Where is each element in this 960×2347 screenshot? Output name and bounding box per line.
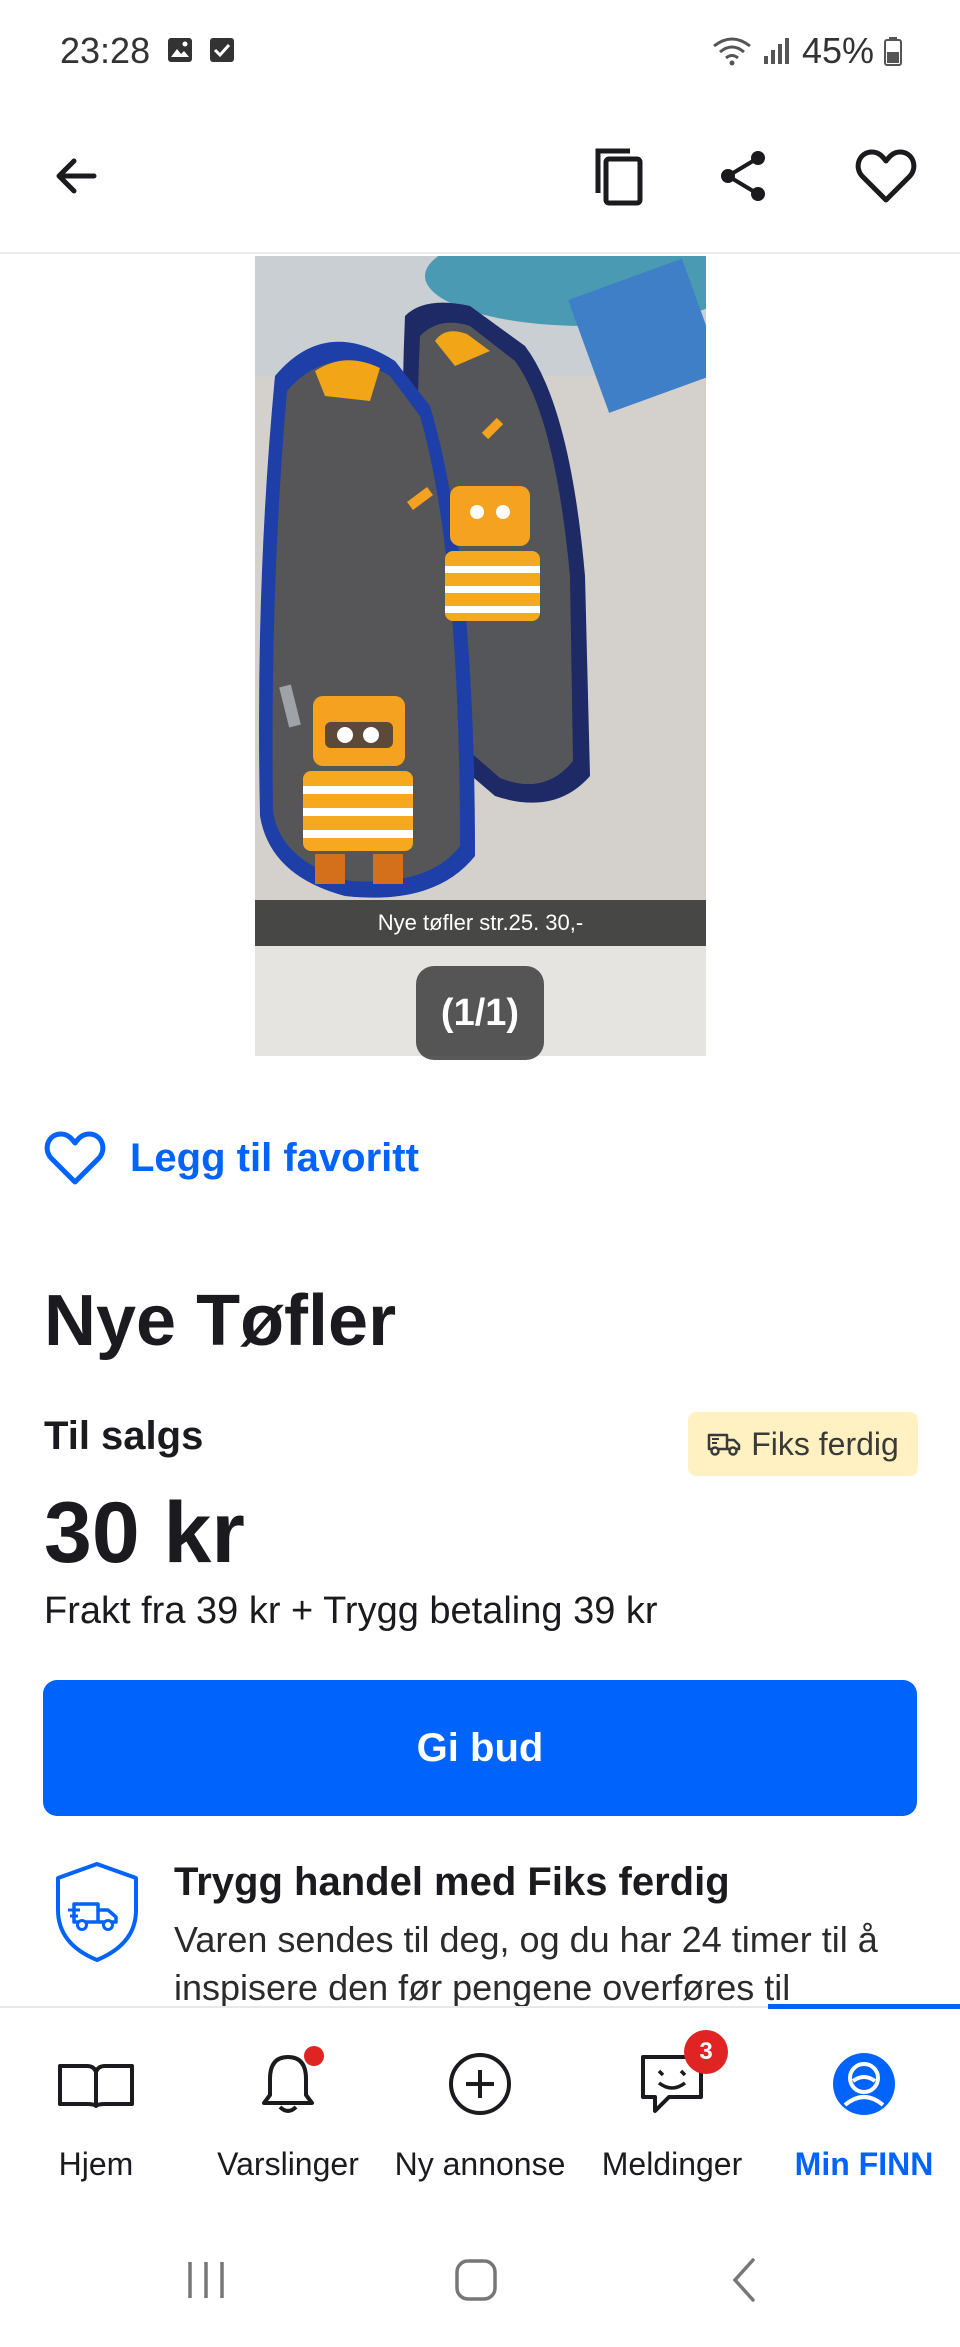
copy-icon: [595, 148, 643, 206]
back-arrow-icon: [56, 158, 97, 194]
fiks-ferdig-label: Fiks ferdig: [751, 1425, 899, 1462]
bottom-navigation: Hjem Varslinger Ny annonse 3 Meldinger M…: [0, 2004, 960, 2206]
recent-apps-icon: [188, 2262, 224, 2298]
heart-icon: [855, 149, 917, 203]
image-icon: [168, 38, 192, 62]
chevron-left-icon: [732, 2258, 755, 2302]
nav-item-hjem[interactable]: Hjem: [0, 2044, 192, 2194]
nav-label-min-finn: Min FINN: [794, 2146, 934, 2182]
truck-icon: [707, 1433, 741, 1456]
plus-circle-icon: [449, 2053, 511, 2115]
shipping-info: Frakt fra 39 kr + Trygg betaling 39 kr: [44, 1590, 658, 1632]
signal-icon: [763, 38, 789, 64]
image-counter: (1/1): [416, 966, 544, 1060]
add-to-favorites-link[interactable]: Legg til favoritt: [44, 1130, 419, 1186]
copy-button[interactable]: [578, 136, 658, 216]
system-navigation-bar: [0, 2206, 960, 2347]
messages-count-badge: 3: [684, 2030, 728, 2074]
home-button[interactable]: [436, 2250, 516, 2310]
nav-item-min-finn[interactable]: Min FINN: [768, 2044, 960, 2194]
back-button[interactable]: [36, 136, 116, 216]
listing-photo[interactable]: Nye tøfler str.25. 30,-: [255, 256, 706, 1056]
favorite-button[interactable]: [846, 136, 926, 216]
active-tab-indicator: [768, 2004, 960, 2009]
listing-status: Til salgs: [44, 1414, 204, 1458]
top-app-bar: [0, 100, 960, 254]
place-bid-button[interactable]: Gi bud: [43, 1680, 917, 1816]
nav-item-meldinger[interactable]: 3 Meldinger: [576, 2030, 768, 2194]
nav-item-ny-annonse[interactable]: Ny annonse: [384, 2044, 576, 2194]
home-icon: [455, 2259, 497, 2301]
profile-icon: [833, 2053, 895, 2115]
battery-percent: 45%: [801, 30, 874, 71]
share-icon: [721, 151, 765, 201]
safe-trade-title: Trygg handel med Fiks ferdig: [174, 1860, 730, 1904]
nav-label-meldinger: Meldinger: [601, 2146, 743, 2182]
status-right: 45%: [712, 30, 902, 72]
status-bar: 23:28 45%: [0, 0, 960, 100]
image-gallery[interactable]: Nye tøfler str.25. 30,-: [0, 256, 960, 1056]
listing-title: Nye Tøfler: [44, 1281, 397, 1361]
nav-item-varslinger[interactable]: Varslinger: [192, 2044, 384, 2194]
status-time: 23:28: [60, 30, 151, 71]
safe-trade-body: Varen sendes til deg, og du har 24 timer…: [174, 1919, 878, 2006]
safe-trade-info: Trygg handel med Fiks ferdig Varen sende…: [44, 1856, 924, 2006]
share-button[interactable]: [704, 136, 784, 216]
system-back-button[interactable]: [704, 2250, 784, 2310]
battery-icon: [884, 37, 902, 66]
book-icon: [58, 2064, 134, 2108]
checkbox-icon: [210, 38, 234, 62]
listing-price: 30 kr: [44, 1485, 245, 1581]
recent-apps-button[interactable]: [166, 2250, 246, 2310]
nav-label-varslinger: Varslinger: [217, 2146, 359, 2182]
add-to-favorites-label: Legg til favoritt: [130, 1135, 419, 1180]
status-notification-icons: [166, 36, 236, 64]
notification-dot: [304, 2046, 324, 2066]
nav-label-hjem: Hjem: [58, 2146, 134, 2182]
nav-label-ny-annonse: Ny annonse: [394, 2146, 566, 2182]
fiks-ferdig-badge: Fiks ferdig: [688, 1412, 918, 1476]
heart-icon: [44, 1131, 106, 1185]
shield-truck-icon: [56, 1862, 138, 1962]
wifi-icon: [713, 37, 751, 66]
photo-caption: Nye tøfler str.25. 30,-: [255, 900, 706, 946]
